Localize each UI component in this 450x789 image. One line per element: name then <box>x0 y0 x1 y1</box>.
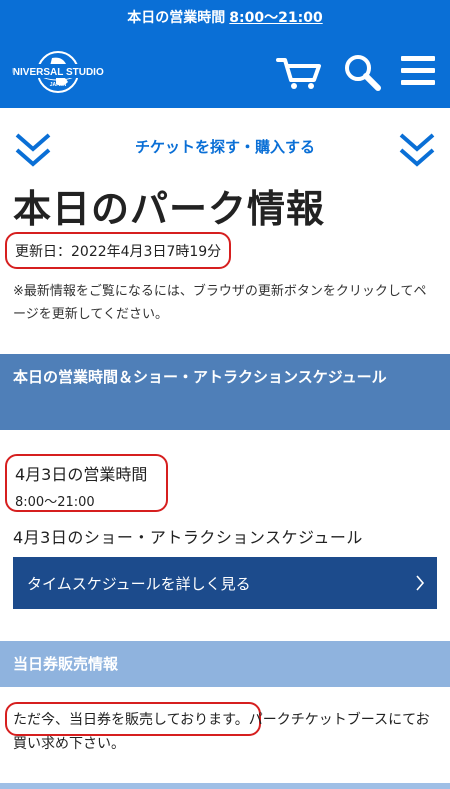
announcement-label: 本日の営業時間 <box>127 10 226 26</box>
last-updated: 更新日：2022年4月3日7時19分 <box>5 232 232 269</box>
cart-icon[interactable] <box>276 56 322 90</box>
ticket-bar: チケットを探す・購入する <box>0 108 450 184</box>
hours-value: 8:00〜21:00 <box>15 495 95 510</box>
logo-text: UNIVERSAL STUDIOS <box>12 67 104 78</box>
page-title: 本日のパーク情報 <box>13 187 326 231</box>
todays-hours-box: 4月3日の営業時間 8:00〜21:00 <box>5 454 168 512</box>
chevron-right-icon <box>416 575 425 591</box>
next-section-strip <box>0 783 450 789</box>
hours-announcement-bar: 本日の営業時間 8:00〜21:00 <box>0 0 450 34</box>
announcement-hours-link[interactable]: 8:00〜21:00 <box>229 7 322 27</box>
show-schedule-title: 4月3日のショー・アトラクションスケジュール <box>13 528 363 547</box>
refresh-note: ※最新情報をご覧になるには、ブラウザの更新ボタンをクリックしてページを更新してく… <box>13 284 427 322</box>
site-header: UNIVERSAL STUDIOS JAPAN <box>0 34 450 108</box>
logo-subtext: JAPAN <box>50 82 67 88</box>
chevron-down-icon[interactable] <box>398 130 436 170</box>
search-icon[interactable] <box>342 52 382 92</box>
sale-status-highlight-text: ただ今、当日券を販売しております。 <box>13 712 249 728</box>
last-updated-text: 更新日：2022年4月3日7時19分 <box>15 243 222 260</box>
menu-icon[interactable] <box>401 54 435 88</box>
view-time-schedule-label: タイムスケジュールを詳しく見る <box>27 574 251 593</box>
same-day-ticket-heading: 当日券販売情報 <box>0 641 450 687</box>
schedule-section-heading: 本日の営業時間＆ショー・アトラクションスケジュール <box>0 354 450 430</box>
universal-studios-logo[interactable]: UNIVERSAL STUDIOS JAPAN <box>12 50 104 94</box>
find-buy-tickets-link[interactable]: チケットを探す・購入する <box>0 136 450 157</box>
sale-status-text: ただ今、当日券を販売しております。パークチケットブースにてお買い求め下さい。 <box>13 708 438 756</box>
hours-title: 4月3日の営業時間 <box>15 465 148 484</box>
view-time-schedule-button[interactable]: タイムスケジュールを詳しく見る <box>13 557 437 609</box>
